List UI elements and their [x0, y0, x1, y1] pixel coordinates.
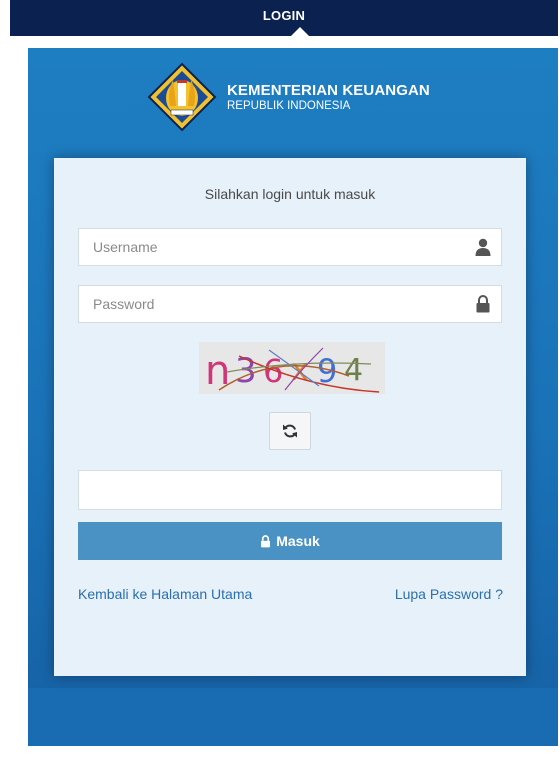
username-field — [78, 228, 502, 266]
panel-footer-band — [28, 688, 558, 746]
username-input[interactable] — [79, 229, 463, 265]
user-icon — [475, 238, 491, 256]
login-title: LOGIN — [262, 8, 306, 23]
refresh-icon — [283, 424, 297, 438]
ministry-name: KEMENTERIAN KEUANGAN — [227, 82, 430, 99]
brand-header: KEMENTERIAN KEUANGAN REPUBLIK INDONESIA — [145, 62, 430, 132]
forgot-password-link[interactable]: Lupa Password ? — [395, 586, 503, 602]
password-field — [78, 285, 502, 323]
captcha-char-1: n — [205, 348, 230, 394]
back-to-home-link[interactable]: Kembali ke Halaman Utama — [78, 586, 252, 602]
captcha-char-2: 3 — [235, 351, 257, 391]
captcha-char-4: x — [291, 353, 309, 388]
captcha-char-6: 4 — [344, 353, 363, 388]
login-card: Silahkan login untuk masuk n 3 6 x 9 4 — [54, 158, 526, 676]
refresh-captcha-button[interactable] — [269, 412, 311, 450]
lock-icon — [261, 534, 271, 547]
active-tab-indicator — [291, 27, 309, 36]
country-name: REPUBLIK INDONESIA — [227, 100, 351, 112]
kemenkeu-logo-icon — [147, 62, 217, 132]
masuk-button-label: Masuk — [276, 533, 320, 549]
captcha-answer-field — [78, 470, 502, 510]
captcha-answer-input[interactable] — [79, 471, 463, 507]
captcha-image: n 3 6 x 9 4 — [199, 342, 385, 394]
masuk-button[interactable]: Masuk — [78, 522, 502, 560]
password-input[interactable] — [79, 286, 463, 322]
lock-icon — [476, 295, 490, 313]
login-instruction: Silahkan login untuk masuk — [204, 186, 376, 202]
top-nav-bar: LOGIN — [10, 0, 558, 36]
